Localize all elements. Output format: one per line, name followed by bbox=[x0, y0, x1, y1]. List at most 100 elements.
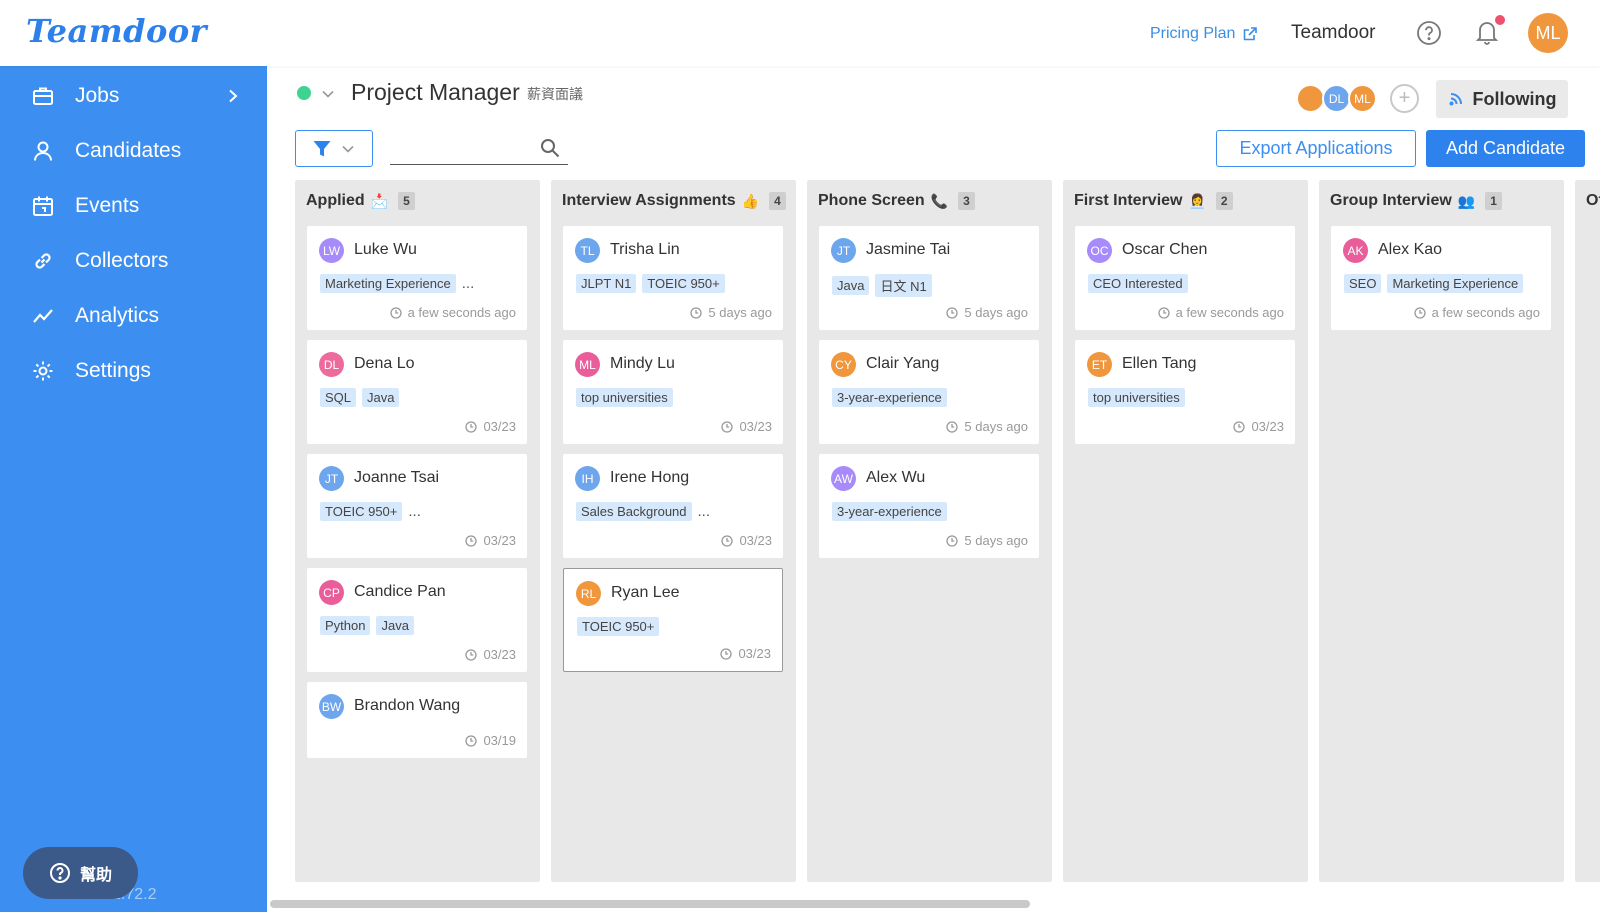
pricing-plan-label: Pricing Plan bbox=[1150, 25, 1236, 42]
sidebar-item-label: Candidates bbox=[75, 139, 182, 162]
rss-icon bbox=[1449, 93, 1462, 106]
candidate-timestamp: 03/19 bbox=[465, 733, 516, 748]
candidate-tag: TOEIC 950+ bbox=[577, 617, 660, 636]
column-title: First Interview bbox=[1074, 192, 1183, 209]
candidate-timestamp: 03/23 bbox=[1233, 419, 1284, 434]
filter-button[interactable] bbox=[295, 130, 373, 167]
job-status-dot[interactable] bbox=[297, 86, 311, 100]
candidate-tag: SQL bbox=[320, 388, 357, 407]
candidate-card[interactable]: ML Mindy Lu top universities 03/23 bbox=[563, 340, 783, 444]
candidate-card[interactable]: JT Jasmine Tai Java 日文 N1 5 days ago bbox=[819, 226, 1039, 330]
candidate-name: Brandon Wang bbox=[354, 697, 461, 714]
candidate-tags: 3-year-experience bbox=[832, 388, 947, 407]
candidate-card[interactable]: TL Trisha Lin JLPT N1 TOEIC 950+ 5 days ago bbox=[563, 226, 783, 330]
pricing-plan-link[interactable]: Pricing Plan bbox=[1150, 25, 1258, 43]
candidate-card[interactable]: OC Oscar Chen CEO Interested a few seconds … bbox=[1075, 226, 1295, 330]
search-input[interactable] bbox=[390, 133, 530, 163]
candidate-name: Ryan Lee bbox=[611, 584, 680, 601]
candidate-tags: top universities bbox=[1088, 388, 1185, 407]
export-applications-button[interactable]: Export Applications bbox=[1216, 130, 1416, 167]
team-avatar[interactable] bbox=[1296, 84, 1325, 113]
chevron-right-icon bbox=[229, 89, 238, 103]
column-header[interactable]: First Interview 👩‍💼 2 bbox=[1074, 192, 1233, 210]
user-avatar[interactable]: ML bbox=[1528, 13, 1568, 53]
sidebar-item-jobs[interactable]: Jobs bbox=[0, 71, 267, 121]
more-tags-indicator[interactable]: ... bbox=[408, 503, 421, 520]
candidate-tags: Marketing Experience... bbox=[320, 274, 474, 293]
candidate-card[interactable]: RL Ryan Lee TOEIC 950+ 03/23 bbox=[563, 568, 783, 672]
candidate-card[interactable]: DL Dena Lo SQL Java 03/23 bbox=[307, 340, 527, 444]
candidate-name: Trisha Lin bbox=[610, 241, 680, 258]
board-column: Phone Screen 📞 3 JT Jasmine Tai Java 日文 N1 5 da… bbox=[807, 180, 1052, 882]
candidate-timestamp: a few seconds ago bbox=[1413, 305, 1540, 320]
chevron-down-icon[interactable] bbox=[322, 89, 334, 99]
column-emoji: 📩 bbox=[370, 192, 389, 209]
sidebar-item-settings[interactable]: Settings bbox=[0, 346, 267, 396]
help-button[interactable]: 幫助 bbox=[23, 847, 138, 899]
team-avatar[interactable]: DL bbox=[1322, 84, 1351, 113]
app-logo[interactable]: Teamdoor bbox=[26, 12, 207, 50]
candidate-card[interactable]: ET Ellen Tang top universities 03/23 bbox=[1075, 340, 1295, 444]
column-header[interactable]: Of bbox=[1586, 192, 1600, 210]
candidate-tag: Java bbox=[362, 388, 400, 407]
column-title: Of bbox=[1586, 192, 1600, 209]
following-button[interactable]: Following bbox=[1436, 80, 1568, 118]
trend-icon bbox=[33, 309, 53, 323]
candidate-card[interactable]: BW Brandon Wang 03/19 bbox=[307, 682, 527, 758]
candidate-timestamp: 03/23 bbox=[465, 419, 516, 434]
candidate-tag: CEO Interested bbox=[1088, 274, 1188, 293]
timestamp-text: 03/23 bbox=[483, 647, 516, 662]
column-header[interactable]: Interview Assignments 👍 4 bbox=[562, 192, 786, 210]
add-member-button[interactable]: + bbox=[1390, 84, 1419, 113]
help-icon bbox=[49, 863, 70, 883]
sidebar-item-analytics[interactable]: Analytics bbox=[0, 291, 267, 341]
candidate-tag: Java bbox=[376, 616, 414, 635]
horizontal-scrollbar[interactable] bbox=[270, 900, 1030, 908]
clock-icon bbox=[946, 306, 959, 319]
candidate-timestamp: a few seconds ago bbox=[1157, 305, 1284, 320]
candidate-timestamp: 03/23 bbox=[465, 647, 516, 662]
candidate-timestamp: a few seconds ago bbox=[389, 305, 516, 320]
search-icon[interactable] bbox=[540, 138, 560, 158]
candidate-avatar: BW bbox=[319, 694, 344, 719]
timestamp-text: a few seconds ago bbox=[1175, 305, 1284, 320]
candidate-tag: JLPT N1 bbox=[576, 274, 637, 293]
board-column: Of bbox=[1575, 180, 1600, 882]
candidate-tags: TOEIC 950+... bbox=[320, 502, 421, 521]
external-link-icon bbox=[1244, 27, 1258, 41]
column-header[interactable]: Phone Screen 📞 3 bbox=[818, 192, 975, 210]
team-avatar[interactable]: ML bbox=[1348, 84, 1377, 113]
clock-icon bbox=[721, 534, 734, 547]
sidebar-item-events[interactable]: Events bbox=[0, 181, 267, 231]
team-members[interactable]: DL ML bbox=[1296, 84, 1377, 113]
more-tags-indicator[interactable]: ... bbox=[462, 275, 475, 292]
candidate-card[interactable]: AW Alex Wu 3-year-experience 5 days ago bbox=[819, 454, 1039, 558]
column-header[interactable]: Group Interview 👥 1 bbox=[1330, 192, 1502, 210]
sidebar-item-candidates[interactable]: Candidates bbox=[0, 126, 267, 176]
workspace-name[interactable]: Teamdoor bbox=[1291, 22, 1376, 44]
calendar-icon bbox=[33, 196, 53, 216]
timestamp-text: 03/23 bbox=[738, 646, 771, 661]
timestamp-text: 03/19 bbox=[483, 733, 516, 748]
job-title: Project Manager bbox=[351, 79, 520, 105]
help-icon[interactable] bbox=[1416, 20, 1442, 46]
sidebar: Jobs Candidates Events Collectors Analyt… bbox=[0, 66, 267, 912]
add-candidate-button[interactable]: Add Candidate bbox=[1426, 130, 1585, 167]
clock-icon bbox=[1413, 306, 1426, 319]
candidate-avatar: OC bbox=[1087, 238, 1112, 263]
chevron-down-icon bbox=[342, 145, 354, 153]
sidebar-item-collectors[interactable]: Collectors bbox=[0, 236, 267, 286]
candidate-card[interactable]: CY Clair Yang 3-year-experience 5 days ago bbox=[819, 340, 1039, 444]
candidate-card[interactable]: JT Joanne Tsai TOEIC 950+... 03/23 bbox=[307, 454, 527, 558]
column-header[interactable]: Applied 📩 5 bbox=[306, 192, 415, 210]
timestamp-text: 03/23 bbox=[739, 419, 772, 434]
candidate-tags: Sales Background... bbox=[576, 502, 710, 521]
candidate-timestamp: 5 days ago bbox=[946, 419, 1028, 434]
candidate-card[interactable]: IH Irene Hong Sales Background... 03/23 bbox=[563, 454, 783, 558]
candidate-card[interactable]: AK Alex Kao SEO Marketing Experience a few s… bbox=[1331, 226, 1551, 330]
more-tags-indicator[interactable]: ... bbox=[698, 503, 711, 520]
clock-icon bbox=[465, 420, 478, 433]
candidate-card[interactable]: CP Candice Pan Python Java 03/23 bbox=[307, 568, 527, 672]
candidate-card[interactable]: LW Luke Wu Marketing Experience... a few se… bbox=[307, 226, 527, 330]
candidate-tag: Java bbox=[832, 276, 870, 295]
